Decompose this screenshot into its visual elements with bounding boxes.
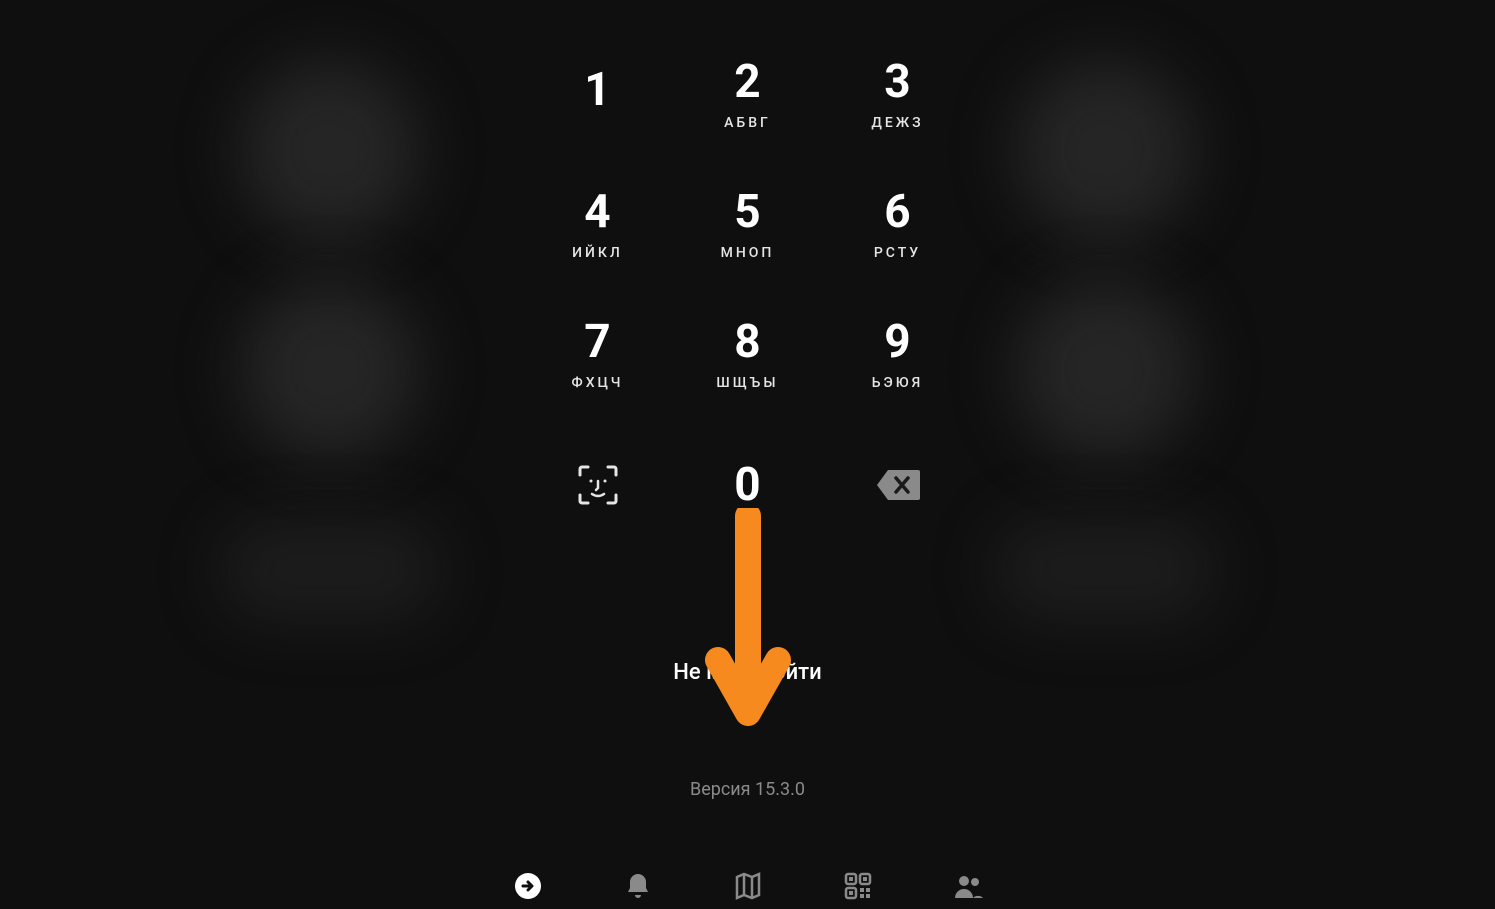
arrow-right-circle-icon xyxy=(513,871,543,901)
cant-login-link[interactable]: Не могу войти xyxy=(673,660,821,685)
keypad-key-3[interactable]: 3 ДЕЖЗ xyxy=(823,30,973,160)
nav-contacts[interactable] xyxy=(953,871,983,901)
keypad-letters: РСТУ xyxy=(874,245,921,261)
keypad-digit: 6 xyxy=(884,189,910,235)
qr-code-icon xyxy=(843,871,873,901)
background-blob xyxy=(995,520,1215,620)
keypad-digit: 1 xyxy=(584,67,610,113)
backspace-icon xyxy=(876,468,920,502)
background-blob xyxy=(220,520,440,620)
keypad-letters: ЬЭЮЯ xyxy=(872,375,924,391)
faceid-button[interactable] xyxy=(523,420,673,550)
keypad-letters: ФХЦЧ xyxy=(572,375,624,391)
keypad-letters: МНОП xyxy=(721,245,775,261)
bottom-nav xyxy=(513,871,983,909)
keypad-digit: 5 xyxy=(734,189,760,235)
keypad-key-4[interactable]: 4 ИЙКЛ xyxy=(523,160,673,290)
keypad-letters: ИЙКЛ xyxy=(572,245,623,261)
keypad: 1 2 АБВГ 3 ДЕЖЗ 4 ИЙКЛ 5 МНОП 6 РСТУ 7 Ф… xyxy=(523,30,973,550)
keypad-digit: 9 xyxy=(884,319,910,365)
nav-main[interactable] xyxy=(513,871,543,901)
nav-qr[interactable] xyxy=(843,871,873,901)
keypad-key-6[interactable]: 6 РСТУ xyxy=(823,160,973,290)
keypad-key-1[interactable]: 1 xyxy=(523,30,673,160)
background-blob xyxy=(1015,60,1195,240)
keypad-digit: 4 xyxy=(584,189,610,235)
bell-icon xyxy=(623,871,653,901)
keypad-key-2[interactable]: 2 АБВГ xyxy=(673,30,823,160)
keypad-digit: 2 xyxy=(734,59,760,105)
keypad-key-0[interactable]: 0 xyxy=(673,420,823,550)
keypad-key-5[interactable]: 5 МНОП xyxy=(673,160,823,290)
background-blob xyxy=(240,60,420,240)
keypad-digit: 8 xyxy=(734,319,760,365)
background-blob xyxy=(240,280,420,460)
backspace-button[interactable] xyxy=(823,420,973,550)
keypad-digit: 7 xyxy=(584,319,610,365)
map-icon xyxy=(733,871,763,901)
keypad-letters: ШЩЪЫ xyxy=(716,375,778,391)
background-blob xyxy=(1015,280,1195,460)
keypad-key-8[interactable]: 8 ШЩЪЫ xyxy=(673,290,823,420)
people-icon xyxy=(953,871,983,901)
keypad-letters: ДЕЖЗ xyxy=(871,115,923,131)
keypad-digit: 0 xyxy=(734,462,760,508)
version-label: Версия 15.3.0 xyxy=(690,779,805,800)
pin-entry-screen: 1 2 АБВГ 3 ДЕЖЗ 4 ИЙКЛ 5 МНОП 6 РСТУ 7 Ф… xyxy=(523,30,973,800)
nav-notifications[interactable] xyxy=(623,871,653,901)
keypad-digit: 3 xyxy=(884,59,910,105)
keypad-key-9[interactable]: 9 ЬЭЮЯ xyxy=(823,290,973,420)
keypad-key-7[interactable]: 7 ФХЦЧ xyxy=(523,290,673,420)
nav-map[interactable] xyxy=(733,871,763,901)
face-id-icon xyxy=(576,463,620,507)
keypad-letters: АБВГ xyxy=(724,115,771,131)
